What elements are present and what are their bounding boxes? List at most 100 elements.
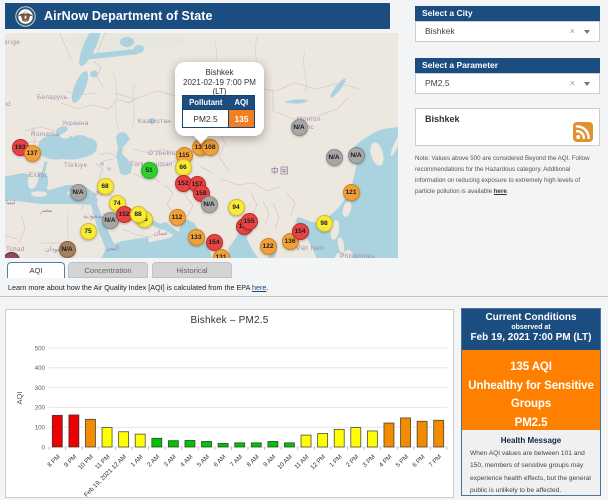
chart-bar-6-pm[interactable] [417, 421, 427, 447]
aqi-pollutant: PM2.5 [462, 414, 600, 433]
aqi-marker-122[interactable]: 122 [260, 238, 277, 255]
chart-bar-3-am[interactable] [168, 441, 178, 447]
x-tick-label: 2 PM [345, 453, 360, 468]
select-parameter-header: Select a Parameter [415, 58, 600, 73]
aqi-marker-na[interactable]: N/A [201, 196, 218, 213]
aqi-marker-66[interactable]: 66 [175, 159, 192, 176]
map-place-label: عمان [154, 230, 168, 237]
map-place-label: ليبيا [6, 199, 16, 206]
health-message-text: When AQI values are between 101 and 150,… [462, 445, 600, 498]
note-link[interactable]: here [494, 188, 507, 195]
aqi-marker-na[interactable]: N/A [59, 241, 76, 258]
aqi-map[interactable]: SverigeБеларусьPolandItaliaУкраинаRomani… [5, 33, 398, 258]
popup-aqi-value: 135 [229, 110, 255, 128]
popup-pollutant-header: Pollutant [183, 96, 229, 110]
chart-bar-12-pm[interactable] [318, 434, 328, 447]
x-tick-label: 5 PM [395, 453, 410, 468]
chart-bar-1-am[interactable] [135, 434, 145, 447]
chart-bar-10-pm[interactable] [85, 419, 95, 447]
chart-bar-feb-19-2021-12-am[interactable] [119, 432, 129, 447]
y-axis-title: AQI [15, 392, 24, 405]
rss-box: Bishkek [415, 108, 600, 146]
health-message-title: Health Message [462, 436, 600, 445]
aqi-marker-94[interactable]: 94 [228, 199, 245, 216]
note-suffix: . [507, 188, 509, 195]
chart-bar-11-am[interactable] [301, 435, 311, 447]
chart-bar-2-pm[interactable] [351, 428, 361, 447]
current-conditions-header: Current Conditions observed at Feb 19, 2… [462, 309, 600, 350]
chart-bar-3-pm[interactable] [367, 431, 377, 447]
y-tick-label: 300 [35, 385, 46, 392]
map-place-label: Türkiye [64, 162, 87, 169]
aqi-marker-68[interactable]: 68 [97, 178, 114, 195]
epa-link[interactable]: here [252, 283, 266, 292]
map-place-label: مصر [40, 207, 52, 214]
aqi-banner: 135 AQI Unhealthy for Sensitive Groups P… [462, 350, 600, 430]
divider-line [0, 296, 608, 297]
city-select[interactable]: Bishkek × [415, 21, 600, 42]
popup-table: Pollutant AQI PM2.5 135 [182, 95, 255, 128]
chart-bar-4-pm[interactable] [384, 423, 394, 447]
aqi-marker-na[interactable]: N/A [291, 119, 308, 136]
aqi-marker-155[interactable]: 155 [241, 213, 258, 230]
aqi-marker-137[interactable]: 137 [24, 145, 41, 162]
x-tick-label: 5 AM [196, 453, 211, 468]
tab-historical[interactable]: Historical [152, 262, 232, 278]
map-place-label: Philippines [340, 253, 375, 258]
aqi-marker-154[interactable]: 154 [206, 234, 223, 251]
city-clear-icon[interactable]: × [570, 22, 575, 41]
x-tick-label: 4 PM [378, 453, 393, 468]
current-conditions-panel: Current Conditions observed at Feb 19, 2… [461, 308, 601, 496]
x-tick-label: 2 AM [146, 453, 161, 468]
observed-datetime: Feb 19, 2021 7:00 PM (LT) [462, 332, 600, 343]
aqi-marker-na[interactable]: N/A [326, 149, 343, 166]
aqi-marker-133[interactable]: 133 [188, 229, 205, 246]
chart-plot[interactable]: 0100200300400500AQI8 PM9 PM10 PM11 PMFeb… [6, 310, 453, 497]
map-place-label: Poland [5, 101, 11, 108]
tab-concentration[interactable]: Concentration [68, 262, 148, 278]
x-tick-label: 7 AM [229, 453, 244, 468]
aqi-marker-88[interactable]: 88 [130, 206, 147, 223]
chart-bar-6-am[interactable] [218, 443, 228, 447]
chart-bar-2-am[interactable] [152, 438, 162, 447]
aqi-marker-na[interactable]: N/A [70, 184, 87, 201]
rss-icon[interactable] [573, 122, 593, 142]
aqi-marker-112[interactable]: 112 [169, 209, 186, 226]
aqi-marker-51[interactable]: 51 [141, 162, 158, 179]
popup-pollutant-value: PM2.5 [183, 110, 229, 128]
popup-tail [193, 135, 209, 144]
note-text: Note: Values above 500 are considered Be… [415, 154, 601, 198]
city-caret-icon[interactable] [584, 30, 590, 34]
tab-aqi[interactable]: AQI [7, 262, 65, 278]
x-tick-label: 8 AM [246, 453, 261, 468]
aqi-marker-98[interactable]: 98 [316, 215, 333, 232]
aqi-marker-154[interactable]: 154 [292, 223, 309, 240]
chart-bar-8-am[interactable] [251, 443, 261, 447]
chart-bar-4-am[interactable] [185, 440, 195, 447]
popup-city: Bishkek [175, 68, 264, 77]
map-place-label: اليمن [105, 245, 119, 252]
x-tick-label: 3 AM [163, 453, 178, 468]
parameter-select[interactable]: PM2.5 × [415, 73, 600, 94]
chart-bar-11-pm[interactable] [102, 428, 112, 447]
x-tick-label: 10 AM [276, 453, 294, 471]
chart-bar-7-pm[interactable] [434, 420, 444, 447]
chart-bar-10-am[interactable] [284, 443, 294, 447]
x-tick-label: 3 PM [361, 453, 376, 468]
chart-bar-7-am[interactable] [235, 443, 245, 447]
aqi-marker-121[interactable]: 121 [343, 184, 360, 201]
chart-bar-9-pm[interactable] [69, 415, 79, 447]
y-tick-label: 400 [35, 365, 46, 372]
chart-bar-1-pm[interactable] [334, 429, 344, 447]
chart-bar-5-pm[interactable] [401, 418, 411, 447]
aqi-marker-na[interactable]: N/A [348, 147, 365, 164]
aqi-marker-75[interactable]: 75 [80, 223, 97, 240]
chart-bar-9-am[interactable] [268, 441, 278, 447]
chart-bar-8-pm[interactable] [52, 415, 62, 447]
parameter-caret-icon[interactable] [584, 82, 590, 86]
chart-bar-5-am[interactable] [202, 441, 212, 447]
parameter-select-value: PM2.5 [425, 74, 450, 93]
observed-at-label: observed at [462, 324, 600, 331]
x-tick-label: 11 AM [293, 453, 310, 470]
parameter-clear-icon[interactable]: × [570, 74, 575, 93]
